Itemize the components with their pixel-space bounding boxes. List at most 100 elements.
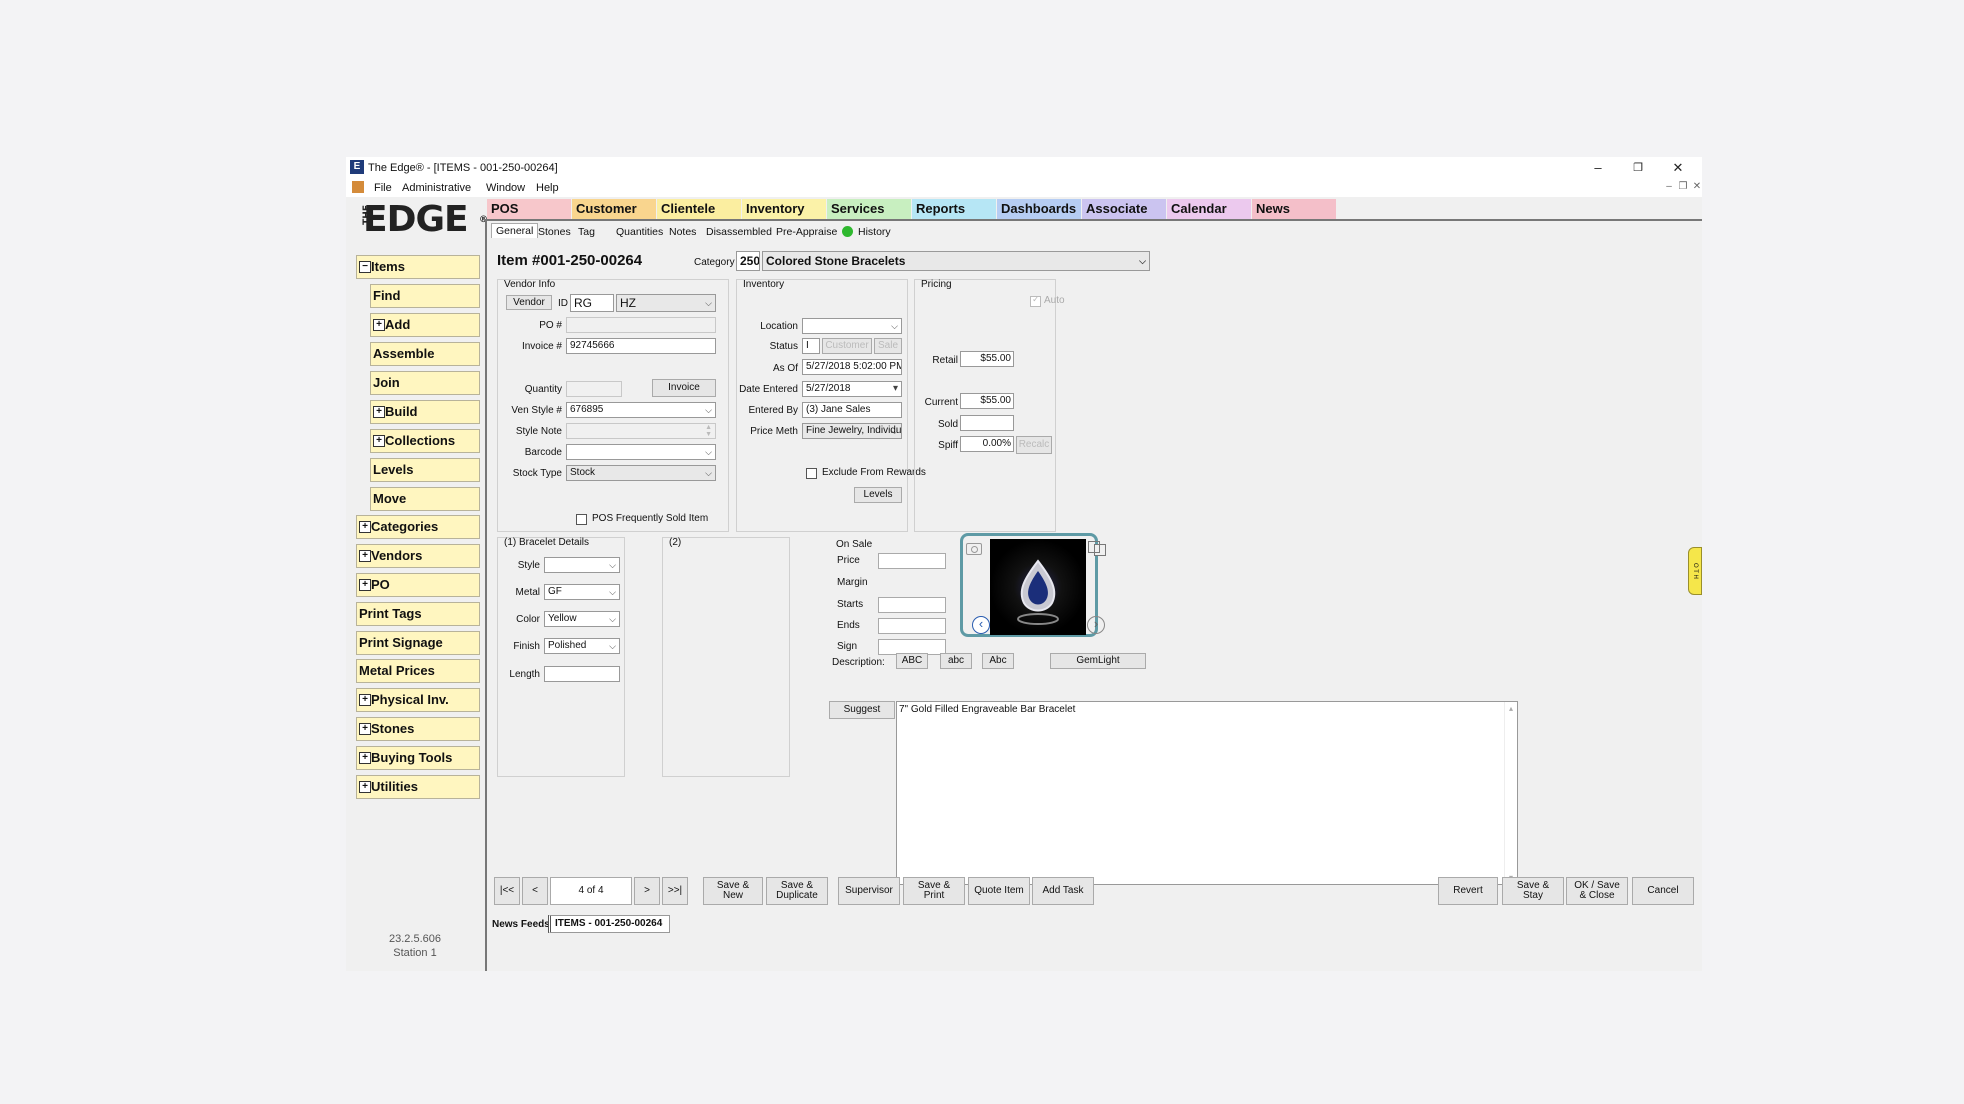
sale-button[interactable]: Sale (874, 338, 902, 354)
tab-associate[interactable]: Associate (1082, 199, 1166, 219)
save-duplicate-button[interactable]: Save & Duplicate (766, 877, 828, 905)
menu-administrative[interactable]: Administrative (402, 182, 471, 194)
sidebar-item-physical-inv[interactable]: + Physical Inv. (356, 688, 480, 712)
category-select[interactable]: Colored Stone Bracelets ⌵ (762, 251, 1150, 271)
finish-select[interactable]: Polished ⌵ (544, 638, 620, 654)
exclude-rewards-checkbox[interactable] (806, 468, 817, 479)
customer-button[interactable]: Customer (822, 338, 872, 354)
tab-pos[interactable]: POS (487, 199, 571, 219)
items-document-tab[interactable]: ITEMS - 001-250-00264 (548, 915, 670, 933)
expand-icon[interactable]: + (373, 319, 385, 331)
sidebar-item-buying-tools[interactable]: + Buying Tools (356, 746, 480, 770)
first-record-button[interactable]: |<< (494, 877, 520, 905)
po-field[interactable] (566, 317, 716, 333)
invoice-button[interactable]: Invoice (652, 379, 716, 397)
price-meth-select[interactable]: Fine Jewelry, Individual Iter⌵ (802, 423, 902, 439)
metal-select[interactable]: GF ⌵ (544, 584, 620, 600)
sidebar-item-levels[interactable]: Levels (370, 458, 480, 482)
location-select[interactable]: ⌵ (802, 318, 902, 334)
expand-icon[interactable]: + (359, 723, 371, 735)
on-sale-ends-field[interactable] (878, 618, 946, 634)
subtab-quantities[interactable]: Quantities (616, 226, 663, 238)
subtab-disassembled[interactable]: Disassembled (706, 226, 772, 238)
length-field[interactable] (544, 666, 620, 682)
subtab-history[interactable]: History (858, 226, 891, 238)
quantity-field[interactable] (566, 381, 622, 397)
sidebar-item-print-signage[interactable]: Print Signage (356, 631, 480, 655)
sidebar-item-collections[interactable]: + Collections (370, 429, 480, 453)
tab-reports[interactable]: Reports (912, 199, 996, 219)
spiff-field[interactable]: 0.00% (960, 436, 1014, 452)
lowercase-button[interactable]: abc (940, 653, 972, 669)
tab-inventory[interactable]: Inventory (742, 199, 826, 219)
suggest-button[interactable]: Suggest (829, 701, 895, 719)
description-textarea[interactable]: 7" Gold Filled Engraveable Bar Bracelet … (896, 701, 1518, 885)
sidebar-item-build[interactable]: + Build (370, 400, 480, 424)
vendor-id-field[interactable]: RG (570, 294, 614, 312)
close-icon[interactable]: ✕ (1658, 157, 1698, 179)
sold-field[interactable] (960, 415, 1014, 431)
save-new-button[interactable]: Save & New (703, 877, 763, 905)
side-pull-tab[interactable]: O T H (1688, 547, 1702, 595)
subtab-general[interactable]: General (491, 223, 539, 238)
save-print-button[interactable]: Save & Print (903, 877, 965, 905)
description-scrollbar[interactable]: ▴▾ (1504, 702, 1517, 884)
minimize-icon[interactable]: – (1578, 157, 1618, 179)
entered-by-field[interactable]: (3) Jane Sales (802, 402, 902, 418)
tab-services[interactable]: Services (827, 199, 911, 219)
save-stay-button[interactable]: Save & Stay (1502, 877, 1564, 905)
sidebar-item-print-tags[interactable]: Print Tags (356, 602, 480, 626)
sidebar-item-items[interactable]: − Items (356, 255, 480, 279)
news-feeds-tab[interactable]: News Feeds (492, 919, 550, 930)
as-of-field[interactable]: 5/27/2018 5:02:00 PM (802, 359, 902, 375)
current-field[interactable]: $55.00 (960, 393, 1014, 409)
expand-icon[interactable]: + (359, 781, 371, 793)
retail-field[interactable]: $55.00 (960, 351, 1014, 367)
tab-clientele[interactable]: Clientele (657, 199, 741, 219)
mdi-close-icon[interactable]: ✕ (1688, 179, 1702, 195)
expand-icon[interactable]: + (373, 435, 385, 447)
tab-customer[interactable]: Customer (572, 199, 656, 219)
calendar-dropdown-icon[interactable]: ▾ (893, 382, 898, 396)
expand-icon[interactable]: + (359, 579, 371, 591)
scroll-up-icon[interactable]: ▴ (1505, 704, 1517, 713)
pos-frequently-sold-checkbox[interactable] (576, 514, 587, 525)
sidebar-item-metal-prices[interactable]: Metal Prices (356, 659, 480, 683)
expand-icon[interactable]: + (359, 694, 371, 706)
spinner-icon[interactable]: ▲ ▼ (705, 424, 712, 438)
sidebar-item-po[interactable]: + PO (356, 573, 480, 597)
revert-button[interactable]: Revert (1438, 877, 1498, 905)
on-sale-starts-field[interactable] (878, 597, 946, 613)
menu-file[interactable]: File (374, 182, 392, 194)
on-sale-price-field[interactable] (878, 553, 946, 569)
subtab-notes[interactable]: Notes (669, 226, 696, 238)
expand-icon[interactable]: + (359, 550, 371, 562)
recalc-button[interactable]: Recalc (1016, 436, 1052, 454)
last-record-button[interactable]: >>| (662, 877, 688, 905)
levels-button[interactable]: Levels (854, 487, 902, 503)
subtab-tag[interactable]: Tag (578, 226, 595, 238)
sidebar-item-add[interactable]: + Add (370, 313, 480, 337)
menu-help[interactable]: Help (536, 182, 559, 194)
style-select[interactable]: ⌵ (544, 557, 620, 573)
previous-image-icon[interactable]: ‹ (972, 616, 990, 634)
sidebar-item-find[interactable]: Find (370, 284, 480, 308)
sidebar-item-assemble[interactable]: Assemble (370, 342, 480, 366)
titlecase-button[interactable]: Abc (982, 653, 1014, 669)
sidebar-item-join[interactable]: Join (370, 371, 480, 395)
uppercase-button[interactable]: ABC (896, 653, 928, 669)
next-image-icon[interactable]: › (1087, 616, 1105, 634)
expand-icon[interactable]: + (373, 406, 385, 418)
tab-news[interactable]: News (1252, 199, 1336, 219)
previous-record-button[interactable]: < (522, 877, 548, 905)
camera-icon[interactable] (966, 543, 982, 555)
maximize-icon[interactable]: ❐ (1618, 157, 1658, 179)
tab-dashboards[interactable]: Dashboards (997, 199, 1081, 219)
gemlight-button[interactable]: GemLight (1050, 653, 1146, 669)
barcode-select[interactable]: ⌵ (566, 444, 716, 460)
ven-style-select[interactable]: 676895 ⌵ (566, 402, 716, 418)
sidebar-item-utilities[interactable]: + Utilities (356, 775, 480, 799)
collapse-icon[interactable]: − (359, 261, 371, 273)
sidebar-item-stones[interactable]: + Stones (356, 717, 480, 741)
auto-checkbox[interactable]: ✓ (1030, 294, 1041, 307)
